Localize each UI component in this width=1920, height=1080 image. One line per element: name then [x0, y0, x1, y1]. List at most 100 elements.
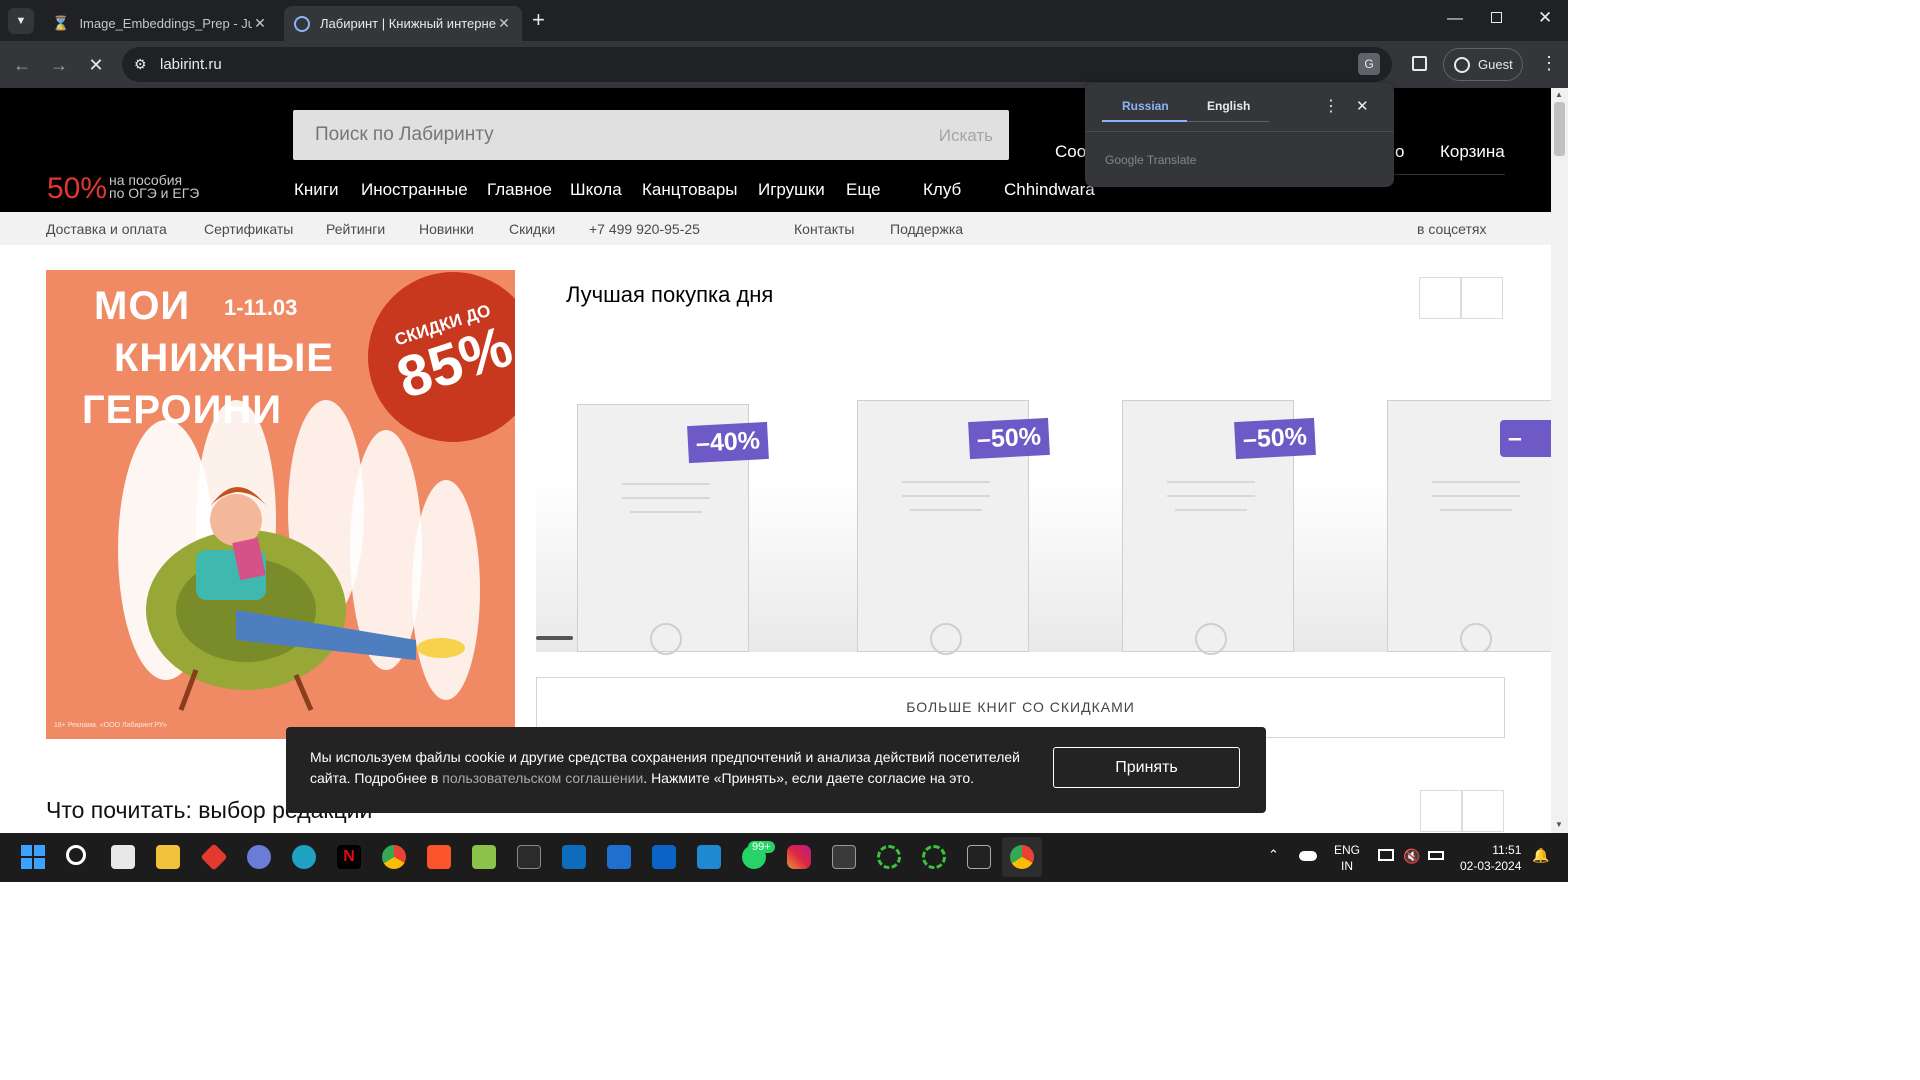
book-line — [622, 497, 710, 499]
app-red-icon[interactable] — [200, 843, 228, 871]
search-placeholder: Поиск по Лабиринту — [315, 124, 494, 145]
side-panel-icon[interactable] — [1412, 56, 1427, 71]
chrome-icon[interactable] — [382, 845, 406, 869]
subnav-phone[interactable]: +7 499 920-95-25 — [589, 221, 700, 237]
app-green-ring-icon[interactable] — [922, 845, 946, 869]
tab-labirint[interactable]: Лабиринт | Книжный интерне ✕ — [284, 6, 522, 41]
nav-foreign[interactable]: Иностранные — [361, 180, 468, 200]
promo-text[interactable]: на пособия по ОГЭ и ЕГЭ — [109, 173, 200, 201]
subnav-ratings[interactable]: Рейтинги — [326, 221, 385, 237]
input-language[interactable]: ENG IN — [1334, 842, 1360, 874]
netflix-icon[interactable]: N — [337, 845, 361, 869]
search-input[interactable]: Поиск по Лабиринту Искать — [293, 110, 1009, 160]
subnav-delivery[interactable]: Доставка и оплата — [46, 221, 167, 237]
address-bar[interactable]: ⚙ labirint.ru G — [122, 47, 1392, 82]
book-line — [902, 481, 990, 483]
user-agreement-link[interactable]: пользовательском соглашении — [442, 770, 643, 786]
banner-title-line: МОИ — [94, 284, 191, 328]
outlook-icon[interactable] — [652, 845, 676, 869]
cloud-icon[interactable] — [1299, 851, 1317, 861]
subnav-discounts[interactable]: Скидки — [509, 221, 555, 237]
app-green-ring-icon[interactable] — [877, 845, 901, 869]
close-icon[interactable]: ✕ — [1356, 97, 1369, 115]
carousel-prev-button[interactable] — [1419, 277, 1461, 319]
site-info-icon[interactable]: ⚙ — [134, 56, 147, 73]
person-icon — [1454, 56, 1470, 73]
promo-banner[interactable]: МОИ КНИЖНЫЕ ГЕРОИНИ 1-11.03 СКИДКИ ДО 85… — [46, 270, 515, 739]
tab-search-button[interactable]: ▼ — [8, 8, 34, 34]
nav-school[interactable]: Школа — [570, 180, 622, 200]
windows-start-icon[interactable] — [21, 845, 45, 869]
tab-jupyter[interactable]: ⌛ Image_Embeddings_Prep - Jupy ✕ — [42, 6, 278, 41]
vscode-icon[interactable] — [697, 845, 721, 869]
book-logo-icon — [1195, 623, 1227, 655]
nav-toys[interactable]: Игрушки — [758, 180, 825, 200]
restore-button[interactable] — [1491, 12, 1502, 23]
menu-kebab-icon[interactable]: ⋮ — [1540, 53, 1558, 74]
cart-link[interactable]: Корзина — [1440, 142, 1505, 162]
subnav-contacts[interactable]: Контакты — [794, 221, 854, 237]
close-tab-icon[interactable]: ✕ — [252, 15, 268, 32]
app-window-icon[interactable] — [832, 845, 856, 869]
copilot-icon[interactable] — [247, 845, 271, 869]
promo-line: по ОГЭ и ЕГЭ — [109, 185, 200, 201]
taskbar-active-app[interactable] — [1002, 837, 1042, 877]
forward-button[interactable]: → — [47, 53, 71, 77]
search-icon[interactable] — [66, 845, 86, 865]
accept-cookies-button[interactable]: Принять — [1053, 747, 1240, 788]
book-line — [902, 495, 990, 497]
back-button[interactable]: ← — [10, 53, 34, 77]
header-link-partial[interactable]: Соо — [1055, 142, 1086, 162]
carousel-next-button[interactable] — [1462, 790, 1504, 832]
close-window-button[interactable]: ✕ — [1538, 8, 1552, 28]
new-tab-button[interactable]: + — [532, 8, 552, 32]
minimize-button[interactable]: — — [1447, 10, 1463, 28]
battery-icon[interactable] — [1428, 851, 1444, 860]
nav-main[interactable]: Главное — [487, 180, 552, 200]
subnav-new[interactable]: Новинки — [419, 221, 474, 237]
nav-stationery[interactable]: Канцтовары — [642, 180, 738, 200]
subnav-support[interactable]: Поддержка — [890, 221, 963, 237]
close-tab-icon[interactable]: ✕ — [496, 15, 512, 32]
profile-button[interactable]: Guest — [1443, 48, 1523, 81]
network-icon[interactable] — [1378, 849, 1394, 861]
volume-muted-icon[interactable]: 🔇 — [1403, 848, 1420, 865]
nav-club[interactable]: Клуб — [923, 180, 961, 200]
terminal-icon[interactable] — [517, 845, 541, 869]
nav-books[interactable]: Книги — [294, 180, 338, 200]
scroll-up-arrow[interactable]: ▲ — [1555, 90, 1563, 99]
scrollbar-thumb[interactable] — [1554, 102, 1565, 156]
instagram-icon[interactable] — [787, 845, 811, 869]
tray-overflow-icon[interactable]: ⌃ — [1268, 847, 1279, 863]
scroll-down-arrow[interactable]: ▼ — [1555, 820, 1563, 829]
photos-icon[interactable] — [472, 845, 496, 869]
subnav-certificates[interactable]: Сертификаты — [204, 221, 293, 237]
stop-button[interactable]: ✕ — [84, 53, 108, 77]
lang-tab-target[interactable]: English — [1207, 99, 1250, 113]
edge-icon[interactable] — [292, 845, 316, 869]
carousel-scroll-indicator[interactable] — [536, 636, 573, 640]
carousel-next-button[interactable] — [1461, 277, 1503, 319]
app-blue-icon[interactable] — [562, 845, 586, 869]
brave-icon[interactable] — [427, 845, 451, 869]
translate-options-icon[interactable]: ⋮ — [1323, 96, 1339, 116]
translate-icon[interactable]: G — [1358, 53, 1380, 75]
nav-location[interactable]: Chhindwara — [1004, 180, 1095, 200]
book-logo-icon — [1460, 623, 1492, 652]
store-icon[interactable] — [111, 845, 135, 869]
search-button[interactable]: Искать — [939, 126, 993, 146]
file-explorer-icon[interactable] — [156, 845, 180, 869]
carousel-prev-button[interactable] — [1420, 790, 1462, 832]
subnav-social[interactable]: в соцсетях — [1417, 221, 1486, 237]
clock[interactable]: 11:51 02-03-2024 — [1460, 842, 1521, 874]
page-scrollbar[interactable]: ▲ ▼ — [1551, 88, 1568, 833]
terminal-2-icon[interactable] — [967, 845, 991, 869]
promo-percent[interactable]: 50% — [47, 172, 107, 206]
header-link-partial[interactable]: о — [1395, 142, 1404, 162]
lang-tab-source[interactable]: Russian — [1122, 99, 1169, 113]
book-line — [622, 483, 710, 485]
tab-title: Лабиринт | Книжный интерне — [320, 16, 496, 31]
nav-more[interactable]: Еще — [846, 180, 881, 200]
notifications-bell-icon[interactable]: 🔔 — [1532, 847, 1549, 864]
prime-video-icon[interactable] — [607, 845, 631, 869]
